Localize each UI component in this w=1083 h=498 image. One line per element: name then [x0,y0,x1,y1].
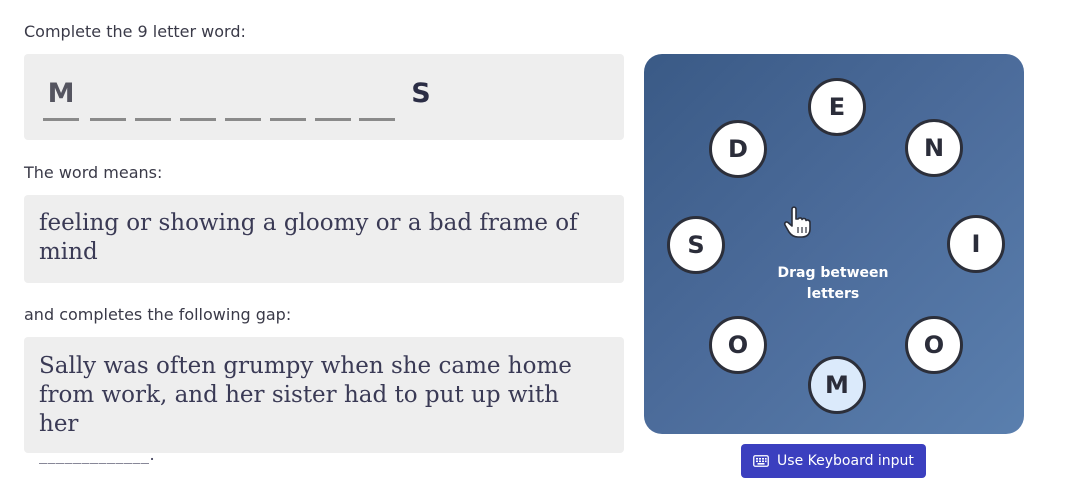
slot-underline [90,118,126,121]
slot-first-letter: M [47,78,75,109]
slot-underline [225,118,261,121]
definition-label: The word means: [24,163,163,182]
gap-sentence-body: Sally was often grumpy when she came hom… [39,353,572,437]
slot-underline [180,118,216,121]
wheel-letter-o-left[interactable]: O [709,316,767,374]
pointer-hand-icon [783,206,811,238]
drag-hint-text: Drag between letters [777,265,889,302]
slot-underline [315,118,351,121]
gap-blank: _____________. [39,445,156,464]
slot-underline [135,118,171,121]
wheel-letter-n[interactable]: N [905,119,963,177]
definition-text: feeling or showing a gloomy or a bad fra… [39,210,578,265]
use-keyboard-input-button[interactable]: Use Keyboard input [741,444,926,478]
slot-underline [270,118,306,121]
wheel-letter-s[interactable]: S [667,216,725,274]
definition-panel: feeling or showing a gloomy or a bad fra… [24,195,624,283]
word-slots-panel [24,54,624,140]
gap-sentence-text: Sally was often grumpy when she came hom… [39,352,599,469]
wheel-letter-o-right[interactable]: O [905,316,963,374]
keyboard-icon [753,455,769,467]
slot-last-letter: S [411,78,431,109]
gap-label: and completes the following gap: [24,305,292,324]
slot-underline [359,118,395,121]
wheel-letter-e[interactable]: E [808,78,866,136]
wheel-letter-m[interactable]: M [808,356,866,414]
slot-underline [43,118,79,121]
complete-word-label: Complete the 9 letter word: [24,22,246,41]
wheel-letter-d[interactable]: D [709,120,767,178]
use-keyboard-input-label: Use Keyboard input [777,453,914,469]
wheel-letter-i[interactable]: I [947,215,1005,273]
gap-sentence-panel: Sally was often grumpy when she came hom… [24,337,624,464]
